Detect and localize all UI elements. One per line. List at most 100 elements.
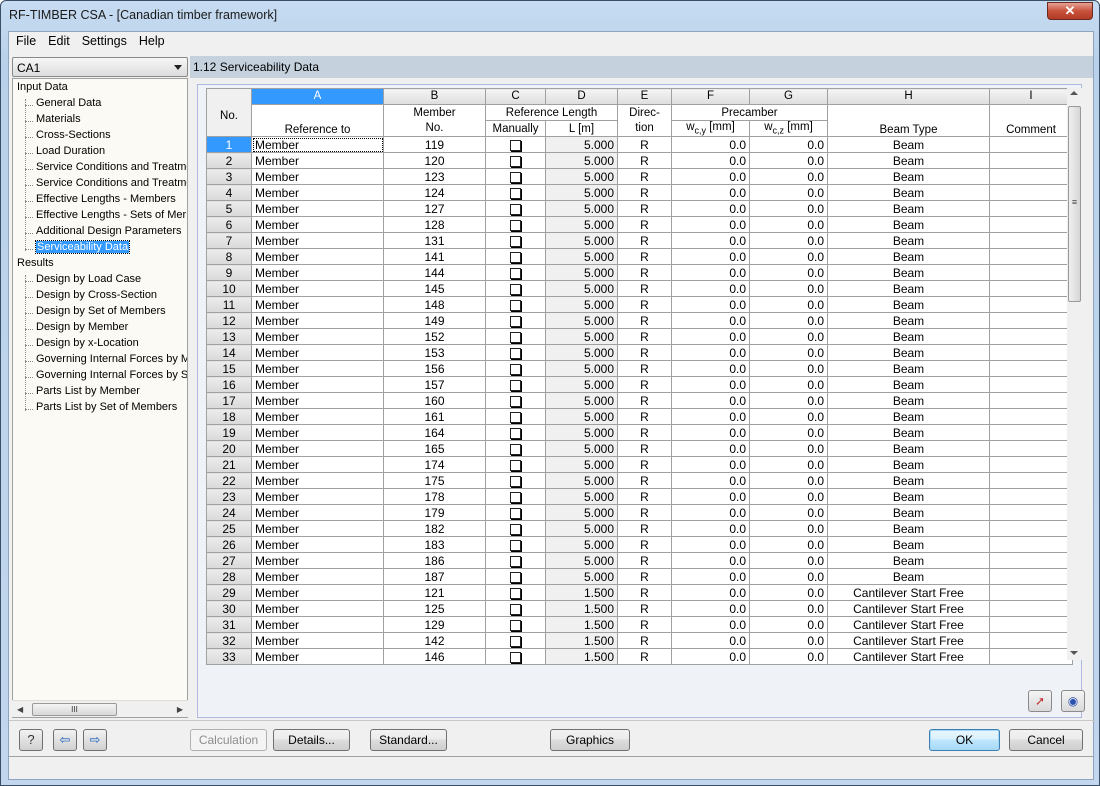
col-header-g[interactable]: G: [749, 88, 828, 105]
precamber-wcz-cell[interactable]: 0.0: [749, 248, 828, 265]
manually-checkbox[interactable]: [510, 283, 521, 295]
beam-type-cell[interactable]: Beam: [827, 216, 990, 233]
length-cell[interactable]: 5.000: [545, 296, 618, 313]
comment-cell[interactable]: [989, 184, 1073, 201]
reference-to-cell[interactable]: Member: [251, 296, 384, 313]
beam-type-cell[interactable]: Cantilever Start Free: [827, 584, 990, 601]
member-no-cell[interactable]: 156: [383, 360, 486, 377]
direction-cell[interactable]: R: [617, 376, 672, 393]
precamber-wcy-cell[interactable]: 0.0: [671, 648, 750, 665]
reference-to-cell[interactable]: Member: [251, 392, 384, 409]
length-cell[interactable]: 5.000: [545, 536, 618, 553]
manually-checkbox[interactable]: [510, 587, 521, 599]
manually-checkbox[interactable]: [510, 571, 521, 583]
direction-cell[interactable]: R: [617, 248, 672, 265]
tree-item[interactable]: General Data: [36, 97, 101, 109]
beam-type-cell[interactable]: Beam: [827, 280, 990, 297]
tree-item[interactable]: Cross-Sections: [36, 129, 111, 141]
row-number[interactable]: 4: [206, 184, 252, 201]
manually-checkbox[interactable]: [510, 315, 521, 327]
comment-cell[interactable]: [989, 376, 1073, 393]
precamber-wcz-cell[interactable]: 0.0: [749, 488, 828, 505]
reference-to-cell[interactable]: Member: [251, 472, 384, 489]
row-number[interactable]: 24: [206, 504, 252, 521]
precamber-wcz-cell[interactable]: 0.0: [749, 536, 828, 553]
reference-to-cell[interactable]: Member: [251, 328, 384, 345]
member-no-cell[interactable]: 145: [383, 280, 486, 297]
row-number[interactable]: 20: [206, 440, 252, 457]
comment-cell[interactable]: [989, 136, 1073, 153]
length-cell[interactable]: 5.000: [545, 264, 618, 281]
manually-cell[interactable]: [485, 152, 546, 169]
manually-checkbox[interactable]: [510, 379, 521, 391]
row-number[interactable]: 21: [206, 456, 252, 473]
reference-to-cell[interactable]: Member: [251, 488, 384, 505]
precamber-wcy-cell[interactable]: 0.0: [671, 136, 750, 153]
row-number[interactable]: 17: [206, 392, 252, 409]
comment-cell[interactable]: [989, 152, 1073, 169]
pick-button[interactable]: ➚: [1028, 690, 1052, 712]
comment-cell[interactable]: [989, 456, 1073, 473]
precamber-wcz-cell[interactable]: 0.0: [749, 648, 828, 665]
precamber-wcy-cell[interactable]: 0.0: [671, 392, 750, 409]
tree-item[interactable]: Design by Load Case: [36, 273, 141, 285]
row-number[interactable]: 32: [206, 632, 252, 649]
length-cell[interactable]: 5.000: [545, 456, 618, 473]
manually-checkbox[interactable]: [510, 491, 521, 503]
length-cell[interactable]: 5.000: [545, 136, 618, 153]
comment-cell[interactable]: [989, 648, 1073, 665]
precamber-wcz-cell[interactable]: 0.0: [749, 376, 828, 393]
manually-checkbox[interactable]: [510, 235, 521, 247]
row-number[interactable]: 27: [206, 552, 252, 569]
comment-cell[interactable]: [989, 504, 1073, 521]
manually-checkbox[interactable]: [510, 299, 521, 311]
length-cell[interactable]: 5.000: [545, 424, 618, 441]
length-cell[interactable]: 5.000: [545, 328, 618, 345]
manually-cell[interactable]: [485, 552, 546, 569]
precamber-wcy-cell[interactable]: 0.0: [671, 568, 750, 585]
manually-checkbox[interactable]: [510, 203, 521, 215]
direction-cell[interactable]: R: [617, 360, 672, 377]
manually-checkbox[interactable]: [510, 187, 521, 199]
manually-cell[interactable]: [485, 248, 546, 265]
beam-type-cell[interactable]: Beam: [827, 152, 990, 169]
reference-to-cell[interactable]: Member: [251, 456, 384, 473]
row-number[interactable]: 14: [206, 344, 252, 361]
row-number[interactable]: 29: [206, 584, 252, 601]
manually-checkbox[interactable]: [510, 475, 521, 487]
comment-cell[interactable]: [989, 472, 1073, 489]
tree-group-results[interactable]: Results: [17, 257, 54, 269]
previous-button[interactable]: ⇦: [53, 729, 77, 751]
reference-to-cell[interactable]: Member: [251, 632, 384, 649]
col-header-d[interactable]: D: [545, 88, 618, 105]
member-no-cell[interactable]: 129: [383, 616, 486, 633]
direction-cell[interactable]: R: [617, 280, 672, 297]
manually-checkbox[interactable]: [510, 603, 521, 615]
beam-type-cell[interactable]: Beam: [827, 424, 990, 441]
member-no-cell[interactable]: 183: [383, 536, 486, 553]
direction-cell[interactable]: R: [617, 152, 672, 169]
precamber-wcz-cell[interactable]: 0.0: [749, 232, 828, 249]
tree-group-input-data[interactable]: Input Data: [17, 81, 68, 93]
direction-cell[interactable]: R: [617, 632, 672, 649]
tree-item[interactable]: Materials: [36, 113, 81, 125]
comment-cell[interactable]: [989, 360, 1073, 377]
manually-checkbox[interactable]: [510, 363, 521, 375]
manually-cell[interactable]: [485, 232, 546, 249]
row-number[interactable]: 26: [206, 536, 252, 553]
direction-cell[interactable]: R: [617, 344, 672, 361]
manually-cell[interactable]: [485, 328, 546, 345]
comment-cell[interactable]: [989, 568, 1073, 585]
member-no-cell[interactable]: 141: [383, 248, 486, 265]
member-no-cell[interactable]: 165: [383, 440, 486, 457]
length-cell[interactable]: 5.000: [545, 488, 618, 505]
beam-type-cell[interactable]: Beam: [827, 328, 990, 345]
comment-cell[interactable]: [989, 312, 1073, 329]
row-number[interactable]: 8: [206, 248, 252, 265]
beam-type-cell[interactable]: Beam: [827, 184, 990, 201]
beam-type-cell[interactable]: Beam: [827, 200, 990, 217]
beam-type-cell[interactable]: Beam: [827, 376, 990, 393]
length-cell[interactable]: 5.000: [545, 184, 618, 201]
precamber-wcz-cell[interactable]: 0.0: [749, 264, 828, 281]
precamber-wcz-cell[interactable]: 0.0: [749, 424, 828, 441]
